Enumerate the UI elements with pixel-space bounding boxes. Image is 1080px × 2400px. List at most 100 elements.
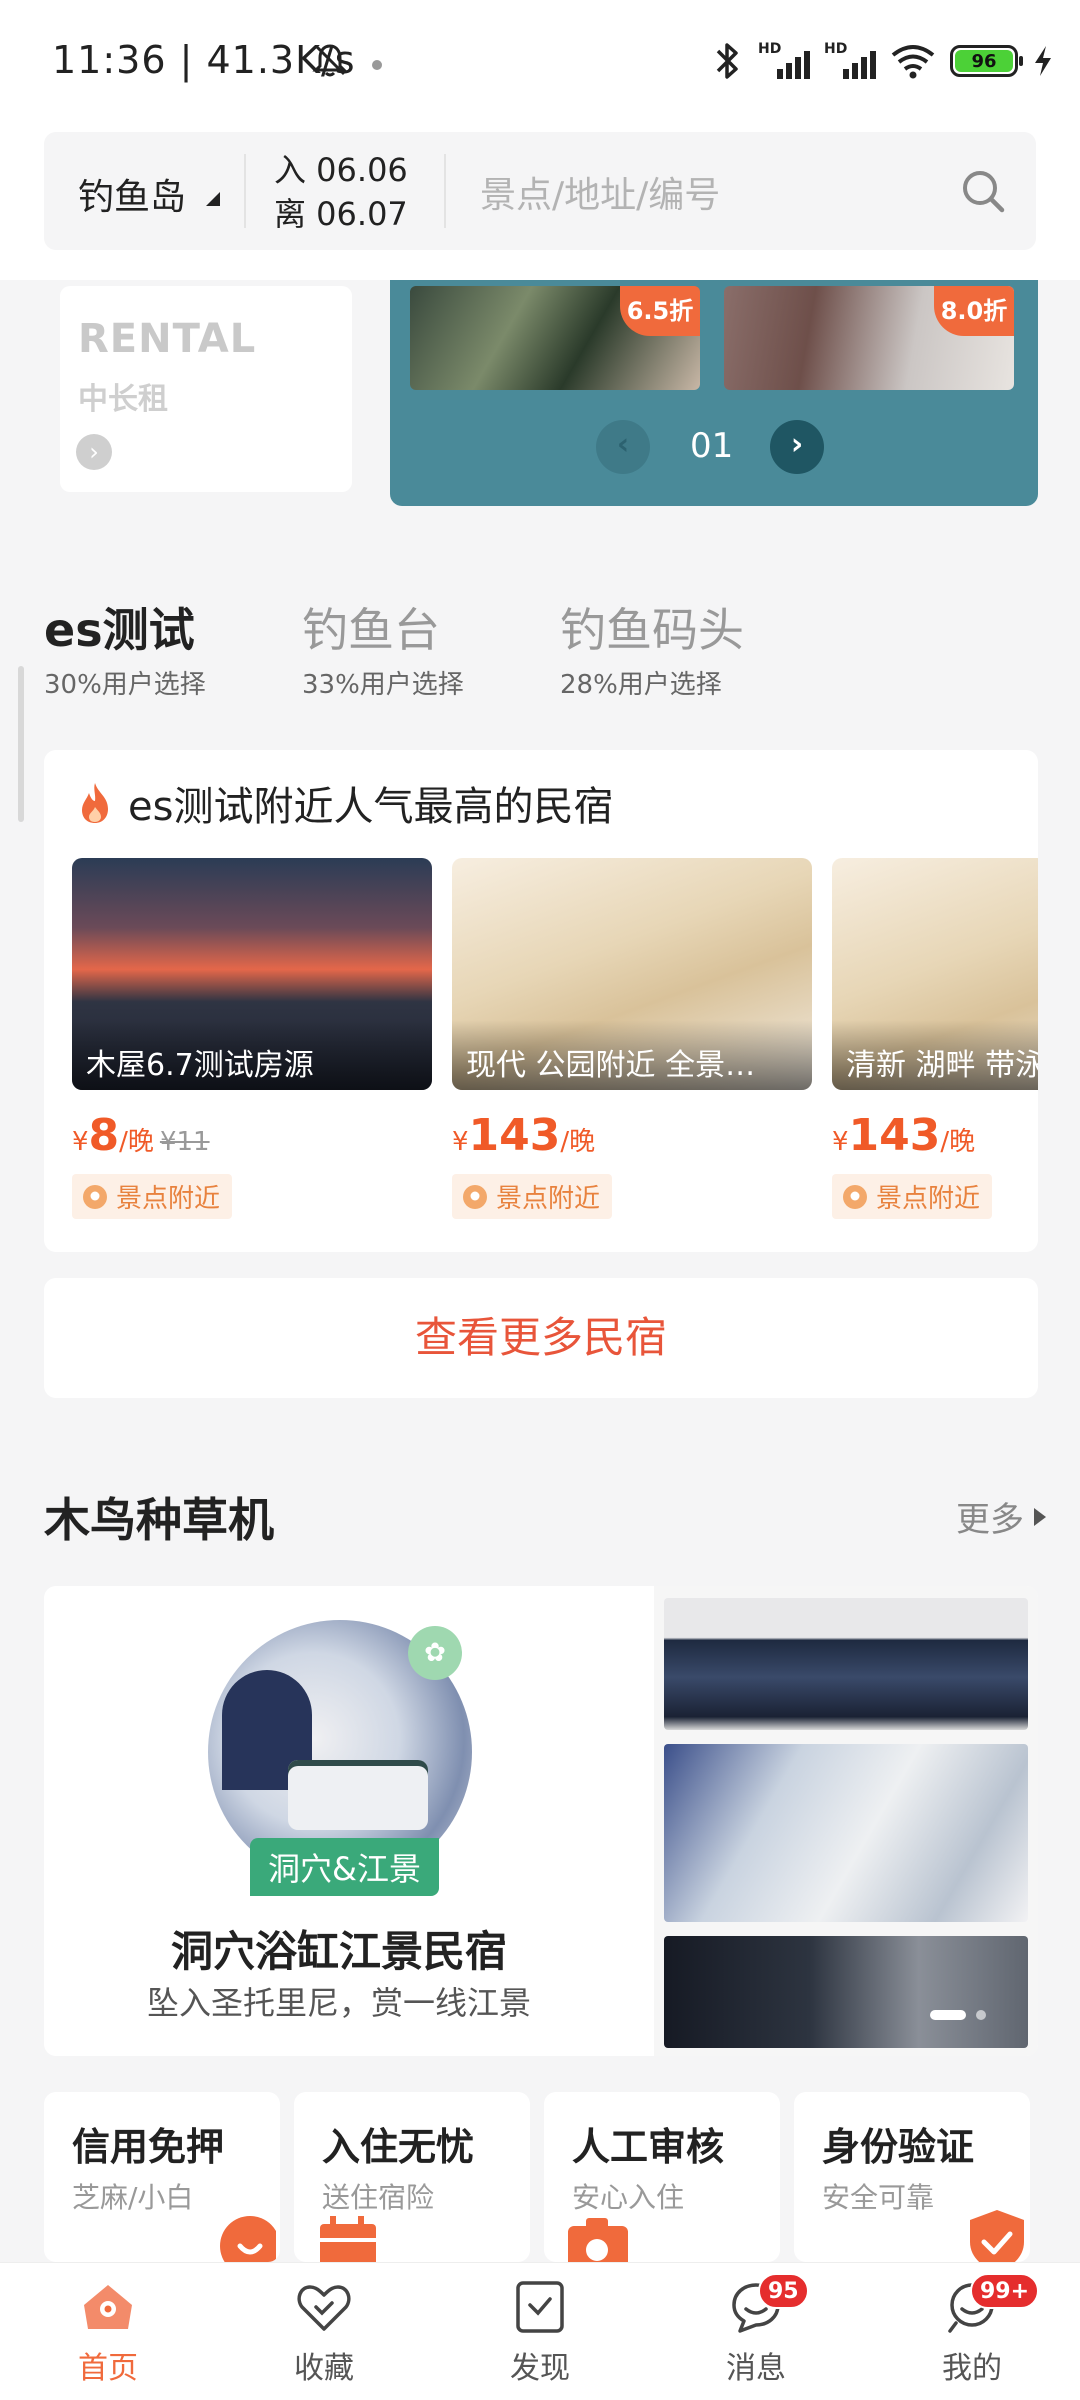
home-item[interactable]: 现代 公园附近 全景… ¥ 143 /晚 景点附近 [452,858,812,1219]
status-icons: HD HD 96 [710,36,1054,86]
destination-tab[interactable]: 钓鱼台 33%用户选择 [302,600,464,701]
slide-indicator [930,2010,986,2020]
tab-label: 消息 [726,2351,786,2386]
price-currency: ¥ [452,1127,469,1157]
badge-label: 景点附近 [496,1184,601,1214]
promo-image[interactable]: 6.5折 [410,286,700,390]
location-pin-icon [463,1184,487,1209]
near-attraction-badge: 景点附近 [72,1174,233,1219]
near-attraction-badge: 景点附近 [452,1174,613,1219]
rental-title-en: RENTAL [78,316,257,362]
search-bar: 钓鱼岛 入 06.06 离 06.07 景点/地址/编号 [44,132,1036,250]
destination-tabs: es测试 30%用户选择 钓鱼台 33%用户选择 钓鱼码头 28%用户选择 [44,600,1044,710]
guarantee-sub: 安全可靠 [822,2181,935,2214]
home-icon [84,2285,132,2329]
guarantee-title: 入住无忧 [322,2125,475,2169]
thumbnail-image[interactable] [664,1936,1028,2048]
destination-share: 28%用户选择 [560,670,722,700]
tab-home[interactable]: 首页 [38,2277,178,2387]
popular-homes-title: es测试附近人气最高的民宿 [128,784,614,830]
home-name: 现代 公园附近 全景… [452,1020,812,1090]
price-unit: /晚 [940,1127,976,1157]
triangle-right-icon [1034,1507,1046,1526]
home-price: ¥ 8 /晚 ¥11 [72,1110,432,1161]
scroll-indicator [18,666,24,822]
bell-muted-icon [312,44,348,77]
date-selector[interactable]: 入 06.06 离 06.07 [274,148,408,236]
smile-icon [220,2216,276,2262]
featured-home-main[interactable]: ✿ 洞穴&江景 洞穴浴缸江景民宿 坠入圣托里尼，赏一线江景 [44,1586,634,2056]
destination-name: es测试 [44,603,195,657]
bottom-tab-bar: 首页 收藏 发现 95 消息 99+ 我的 [0,2262,1080,2400]
guarantee-title: 人工审核 [572,2125,725,2169]
home-name: 木屋6.7测试房源 [72,1020,432,1090]
search-input[interactable]: 景点/地址/编号 [480,166,720,218]
tab-profile[interactable]: 99+ 我的 [902,2273,1042,2387]
profile-count-badge: 99+ [970,2273,1040,2309]
thumbnail-image[interactable] [664,1598,1028,1730]
carousel-next-button[interactable]: › [770,420,824,474]
destination-tab[interactable]: es测试 30%用户选择 [44,600,206,701]
search-icon[interactable] [960,168,1006,214]
featured-thumbnails [654,1586,1038,2056]
price-unit: /晚 [560,1127,596,1157]
promo-image[interactable]: 8.0折 [724,286,1014,390]
fire-icon [82,783,108,823]
guarantee-title: 信用免押 [72,2125,225,2169]
price-value: 143 [468,1110,561,1161]
price-unit: /晚 [119,1127,154,1157]
tab-discover[interactable]: 发现 [470,2277,610,2387]
destination-tab[interactable]: 钓鱼码头 28%用户选择 [560,600,744,701]
status-bar: 11:36 | 41.3K/s HD HD 96 [0,0,1080,120]
destination-share: 30%用户选择 [44,670,206,700]
notification-dot-icon [372,60,382,70]
divider [444,154,446,228]
wifi-icon [891,45,935,79]
guarantee-card[interactable]: 人工审核 安心入住 [544,2092,780,2262]
destination-name: 钓鱼台 [302,603,440,657]
price-value: 8 [88,1110,120,1161]
carousel-prev-button[interactable]: ‹ [596,420,650,474]
location-pin-icon [843,1184,867,1209]
status-time: 11:36 | 41.3K/s [52,38,356,82]
home-image[interactable]: 木屋6.7测试房源 [72,858,432,1090]
city-caret-icon[interactable] [206,192,220,206]
section-title: 木鸟种草机 [44,1493,274,1547]
home-price: ¥ 143 /晚 [832,1110,1038,1161]
home-name: 清新 湖畔 带泳 [832,1020,1038,1090]
home-image[interactable]: 现代 公园附近 全景… [452,858,812,1090]
badge-label: 景点附近 [116,1184,221,1214]
guarantee-card[interactable]: 身份验证 安全可靠 [794,2092,1030,2262]
badge-label: 景点附近 [876,1184,981,1214]
guarantee-card[interactable]: 入住无忧 送住宿险 [294,2092,530,2262]
carousel-page-indicator: 01 [690,426,734,466]
tab-label: 我的 [942,2351,1002,2386]
guarantees-row: 信用免押 芝麻/小白 入住无忧 送住宿险 人工审核 安心入住 身份验证 安全可靠 [44,2092,1044,2262]
home-price: ¥ 143 /晚 [452,1110,812,1161]
rental-card[interactable]: RENTAL 中长租 › [60,286,352,492]
more-label: 更多 [956,1500,1024,1540]
price-currency: ¥ [72,1127,89,1157]
city-selector[interactable]: 钓鱼岛 [78,168,186,220]
tab-label: 收藏 [294,2351,354,2386]
more-homes-button[interactable]: 查看更多民宿 [44,1278,1038,1398]
popular-homes-card: es测试附近人气最高的民宿 木屋6.7测试房源 ¥ 8 /晚 ¥11 景点附近 … [44,750,1038,1252]
discount-badge: 8.0折 [934,286,1014,336]
guarantee-title: 身份验证 [822,2125,975,2169]
camera-icon [568,2218,628,2262]
calendar-icon [320,2216,376,2262]
featured-home-card[interactable]: ✿ 洞穴&江景 洞穴浴缸江景民宿 坠入圣托里尼，赏一线江景 [44,1586,1038,2056]
home-item[interactable]: 清新 湖畔 带泳 ¥ 143 /晚 景点附近 [832,858,1038,1219]
rental-title-cn: 中长租 [78,382,168,417]
price-value: 143 [848,1110,941,1161]
guarantee-card[interactable]: 信用免押 芝麻/小白 [44,2092,280,2262]
tab-favorites[interactable]: 收藏 [254,2277,394,2387]
tab-messages[interactable]: 95 消息 [686,2273,826,2387]
home-item[interactable]: 木屋6.7测试房源 ¥ 8 /晚 ¥11 景点附近 [72,858,432,1219]
divider [244,154,246,228]
promo-carousel[interactable]: 6.5折 8.0折 ‹ 01 › [390,280,1038,506]
destination-share: 33%用户选择 [302,670,464,700]
home-image[interactable]: 清新 湖畔 带泳 [832,858,1038,1090]
section-more-link[interactable]: 更多 [956,1492,1046,1541]
thumbnail-image[interactable] [664,1744,1028,1922]
